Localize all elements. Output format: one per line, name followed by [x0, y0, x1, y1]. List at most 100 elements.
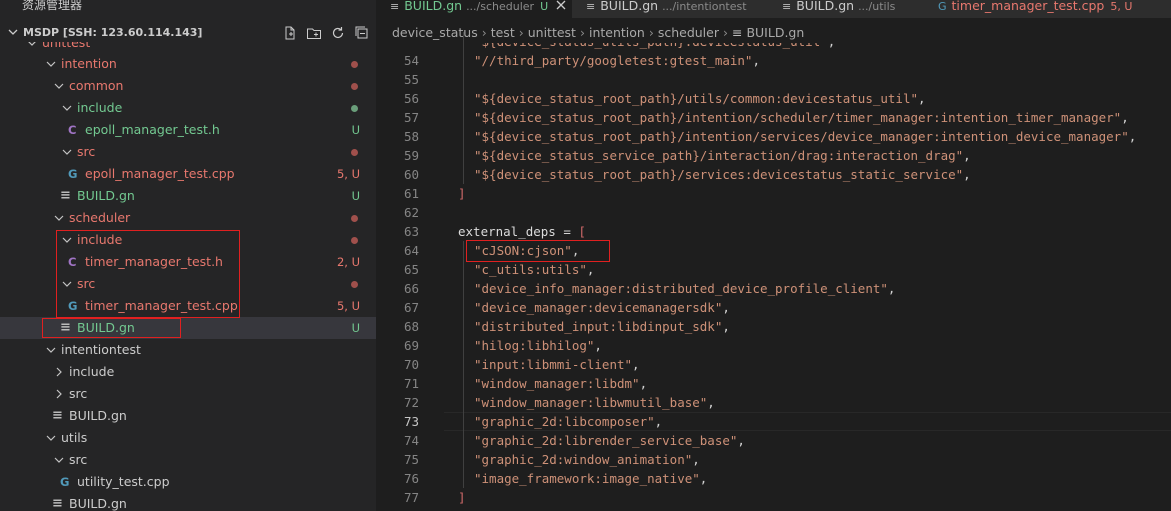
new-folder-icon[interactable]	[306, 25, 322, 41]
tree-row-epoll-cpp[interactable]: Gepoll_manager_test.cpp 5, U	[0, 163, 376, 185]
code-line[interactable]: "window_manager:libwmutil_base",	[474, 393, 715, 412]
tree-row-include-it[interactable]: include	[0, 361, 376, 383]
tree-row-build-utils[interactable]: ≡ BUILD.gn	[0, 493, 376, 511]
breadcrumb-item[interactable]: test	[491, 25, 515, 40]
tab-1[interactable]: ≡ BUILD.gn .../scheduler U	[376, 0, 573, 18]
tab-bar: ≡ BUILD.gn .../scheduler U ≡ BUILD.gn .../inte…	[376, 0, 1171, 18]
line-number: 56	[403, 91, 419, 106]
chevron-down-icon[interactable]	[46, 433, 56, 443]
line-number: 67	[403, 300, 419, 315]
tree-row-build-sched[interactable]: ≡ BUILD.gn U	[0, 317, 376, 339]
code-line[interactable]: "cJSON:cjson",	[474, 241, 579, 260]
breadcrumb-item[interactable]: scheduler	[658, 25, 719, 40]
code-line[interactable]: "//third_party/googletest:gtest_main",	[474, 51, 760, 70]
line-number: 62	[403, 205, 419, 220]
line-number: 58	[403, 129, 419, 144]
code-line[interactable]: "hilog:libhilog",	[474, 336, 602, 355]
tree-row-common[interactable]: common	[0, 75, 376, 97]
gn-file-icon: ≡	[586, 0, 596, 13]
code-line[interactable]: "c_utils:utils",	[474, 260, 594, 279]
code-line[interactable]: "${device_status_root_path}/intention/sc…	[474, 108, 1129, 127]
tree-row-src-it[interactable]: src	[0, 383, 376, 405]
tree-row-include-sched[interactable]: include	[0, 229, 376, 251]
explorer-title: 资源管理器	[22, 0, 83, 12]
line-number: 68	[403, 319, 419, 334]
gn-file-icon: ≡	[52, 496, 63, 511]
code-line[interactable]: "graphic_2d:librender_service_base",	[474, 431, 745, 450]
tree-row-timer-h[interactable]: Ctimer_manager_test.h 2, U	[0, 251, 376, 273]
tab-3[interactable]: ≡ BUILD.gn .../utils	[768, 0, 925, 18]
chevron-right-icon[interactable]	[54, 389, 64, 399]
code-line[interactable]: "graphic_2d:libcomposer",	[474, 412, 662, 431]
line-number: 70	[403, 357, 419, 372]
tree-row-include-common[interactable]: include	[0, 97, 376, 119]
chevron-down-icon[interactable]	[46, 345, 56, 355]
refresh-icon[interactable]	[330, 25, 346, 41]
tree-label: scheduler	[69, 210, 131, 225]
tree-row-intention[interactable]: intention	[0, 53, 376, 75]
status-dot	[351, 61, 358, 68]
code-line[interactable]: "${device_status_root_path}/services:dev…	[474, 165, 971, 184]
tree-row-src-sched[interactable]: src	[0, 273, 376, 295]
code-line[interactable]: "image_framework:image_native",	[474, 469, 707, 488]
status-badge: U	[351, 189, 360, 203]
tree-label: utility_test.cpp	[77, 474, 170, 489]
breadcrumb-item[interactable]: device_status	[392, 25, 478, 40]
tree-row-build-it[interactable]: ≡ BUILD.gn	[0, 405, 376, 427]
tree-label: epoll_manager_test.cpp	[85, 166, 235, 181]
tree-row-scheduler[interactable]: scheduler	[0, 207, 376, 229]
tree-label: BUILD.gn	[69, 408, 127, 423]
status-badge: 5, U	[336, 299, 360, 313]
tree-row-utils[interactable]: utils	[0, 427, 376, 449]
tree-row-epoll-h[interactable]: Cepoll_manager_test.h U	[0, 119, 376, 141]
tab-path: .../scheduler	[466, 0, 535, 13]
code-line[interactable]: "device_manager:devicemanagersdk",	[474, 298, 730, 317]
tree-row-src-utils[interactable]: src	[0, 449, 376, 471]
chevron-down-icon[interactable]	[62, 147, 72, 157]
gn-file-icon: ≡	[60, 320, 71, 335]
code-line[interactable]: "graphic_2d:window_animation",	[474, 450, 700, 469]
workspace-header[interactable]: MSDP [SSH: 123.60.114.143]	[0, 22, 376, 44]
code-line[interactable]: "${device_status_service_path}/interacti…	[474, 146, 971, 165]
indent-guide	[463, 32, 464, 184]
tab-label: timer_manager_test.cpp	[951, 0, 1105, 13]
workspace-name: MSDP [SSH: 123.60.114.143]	[23, 26, 203, 39]
tree-label: utils	[61, 430, 88, 445]
code-line[interactable]: "${device_status_root_path}/intention/se…	[474, 127, 1136, 146]
new-file-icon[interactable]	[282, 25, 298, 41]
collapse-all-icon[interactable]	[354, 25, 370, 41]
code-line[interactable]: "${device_status_root_path}/utils/common…	[474, 89, 926, 108]
tree-row-intentiontest[interactable]: intentiontest	[0, 339, 376, 361]
chevron-down-icon[interactable]	[62, 103, 72, 113]
tree-row-src-common[interactable]: src	[0, 141, 376, 163]
chevron-down-icon[interactable]	[62, 279, 72, 289]
breadcrumb-item[interactable]: unittest	[528, 25, 576, 40]
chevron-down-icon[interactable]	[46, 59, 56, 69]
chevron-down-icon[interactable]	[62, 235, 72, 245]
code-line[interactable]: external_deps = [	[458, 222, 586, 241]
close-icon[interactable]	[556, 0, 566, 10]
chevron-down-icon[interactable]	[54, 455, 64, 465]
tree-row-build-common[interactable]: ≡ BUILD.gn U	[0, 185, 376, 207]
tab-2[interactable]: ≡ BUILD.gn .../intentiontest	[572, 0, 769, 18]
line-number: 61	[403, 186, 419, 201]
breadcrumb-separator-icon: ›	[518, 25, 524, 40]
chevron-down-icon[interactable]	[54, 81, 64, 91]
breadcrumb-item[interactable]: BUILD.gn	[746, 25, 804, 40]
cpp-file-icon: G	[60, 475, 70, 489]
code-line[interactable]: "distributed_input:libdinput_sdk",	[474, 317, 730, 336]
code-line[interactable]: "device_info_manager:distributed_device_…	[474, 279, 895, 298]
breadcrumb-item[interactable]: intention	[589, 25, 645, 40]
tree-row-timer-cpp[interactable]: Gtimer_manager_test.cpp 5, U	[0, 295, 376, 317]
status-dot	[351, 215, 358, 222]
tree-row-utility-cpp[interactable]: Gutility_test.cpp	[0, 471, 376, 493]
status-badge: 2, U	[336, 255, 360, 269]
code-line[interactable]: ]	[458, 184, 466, 203]
chevron-right-icon[interactable]	[54, 367, 64, 377]
tab-4[interactable]: Gtimer_manager_test.cpp 5, U	[924, 0, 1171, 18]
code-line[interactable]: "input:libmmi-client",	[474, 355, 640, 374]
chevron-down-icon[interactable]	[54, 213, 64, 223]
code-line[interactable]: "window_manager:libdm",	[474, 374, 647, 393]
more-actions-icon[interactable]: ···	[344, 0, 357, 8]
code-line[interactable]: ]	[458, 488, 466, 507]
